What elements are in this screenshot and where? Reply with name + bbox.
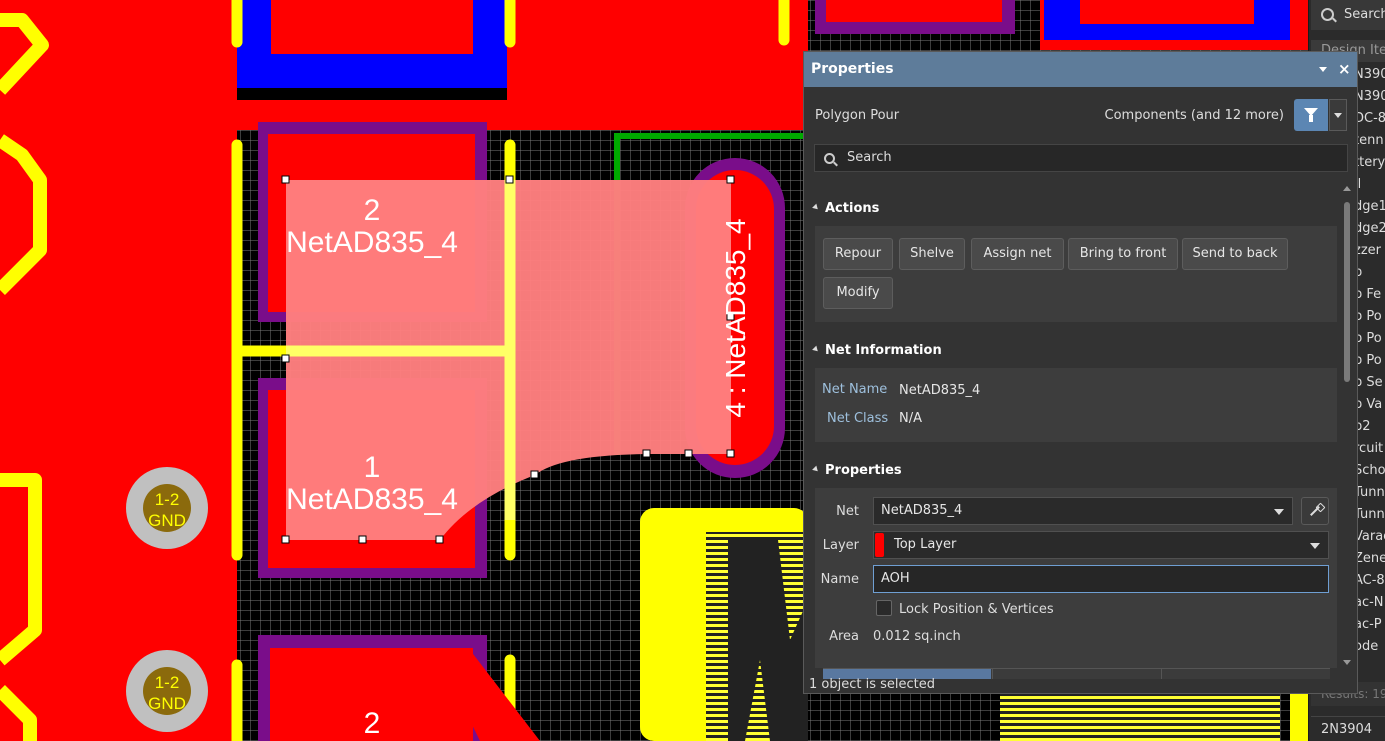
lock-position-checkbox[interactable] <box>876 600 892 616</box>
selection-status: 1 object is selected <box>809 677 935 692</box>
net-select[interactable]: NetAD835_4 <box>873 497 1293 525</box>
assign-net-button[interactable]: Assign net <box>971 238 1064 270</box>
net-information-box: Net Name NetAD835_4 Net Class N/A <box>815 368 1337 442</box>
hole-label-2a: 1-2 <box>155 673 180 692</box>
components-search[interactable]: Search <box>1311 0 1385 30</box>
properties-scrollbar[interactable] <box>1342 184 1352 665</box>
hole-label-2b: GND <box>148 694 186 713</box>
layer-color-swatch <box>875 533 884 557</box>
selection-filter-text: Components (and 12 more) <box>1104 108 1284 123</box>
net-name-label: Net Name <box>822 382 888 397</box>
properties-panel: Properties × Polygon Pour Components (an… <box>803 51 1358 694</box>
name-input-value: AOH <box>881 571 910 586</box>
hole-label-1a: 1-2 <box>155 490 180 509</box>
pad-number-bottom: 2 <box>364 707 381 740</box>
area-label: Area <box>829 629 859 644</box>
filter-dropdown-button[interactable] <box>1329 99 1347 131</box>
send-to-back-button[interactable]: Send to back <box>1182 238 1288 270</box>
search-icon <box>824 153 835 164</box>
net-field-label: Net <box>836 504 859 519</box>
panel-menu-icon[interactable] <box>1319 67 1327 72</box>
pad-net-lower: NetAD835_4 <box>286 483 458 516</box>
net-select-value: NetAD835_4 <box>881 503 963 518</box>
filter-button[interactable] <box>1294 99 1328 131</box>
collapse-icon <box>812 465 820 474</box>
scrollbar-thumb[interactable] <box>1344 202 1350 382</box>
components-search-label: Search <box>1344 7 1385 22</box>
name-input[interactable]: AOH <box>873 565 1329 593</box>
lock-position-label: Lock Position & Vertices <box>899 602 1054 617</box>
red-pad-top <box>271 0 473 54</box>
search-icon <box>1321 8 1334 21</box>
mounting-hole-2[interactable]: 1-2 GND <box>126 650 208 732</box>
repour-button[interactable]: Repour <box>823 238 893 270</box>
net-class-value: N/A <box>899 411 922 426</box>
shelve-button[interactable]: Shelve <box>899 238 965 270</box>
pad-net-upper: NetAD835_4 <box>286 226 458 259</box>
red-pad-top-2 <box>1080 0 1254 24</box>
section-net-information-header[interactable]: Net Information <box>812 343 942 358</box>
close-icon[interactable]: × <box>1338 52 1351 87</box>
section-properties-header[interactable]: Properties <box>812 463 902 478</box>
pad-label-vertical: 4 : NetAD835_4 <box>720 218 751 417</box>
collapse-icon <box>812 345 820 354</box>
net-name-value: NetAD835_4 <box>899 383 981 398</box>
scroll-down-icon[interactable] <box>1343 660 1351 665</box>
net-class-label: Net Class <box>827 411 889 426</box>
hatched-text-bg-2 <box>1000 694 1280 741</box>
name-field-label: Name <box>820 572 859 587</box>
net-picker-icon[interactable] <box>1301 497 1329 525</box>
modify-button[interactable]: Modify <box>823 277 893 309</box>
pad-number-lower: 1 <box>364 451 381 484</box>
collapse-icon <box>812 203 820 212</box>
copper-top-strip <box>237 88 507 100</box>
red-pad-top-3 <box>826 0 1002 22</box>
section-actions-header[interactable]: Actions <box>812 201 879 216</box>
components-footer[interactable]: 2N3904 <box>1311 716 1385 741</box>
actions-box: Repour Shelve Assign net Bring to front … <box>815 226 1337 322</box>
area-value: 0.012 sq.inch <box>873 629 961 644</box>
properties-search-input[interactable]: Search <box>814 144 1348 172</box>
pad-number-upper: 2 <box>364 194 381 227</box>
hole-label-1b: GND <box>148 511 186 530</box>
mounting-hole-1[interactable]: 1-2 GND <box>126 467 208 549</box>
layer-select[interactable]: Top Layer <box>873 531 1329 559</box>
properties-titlebar[interactable]: Properties × <box>804 52 1357 87</box>
bring-to-front-button[interactable]: Bring to front <box>1068 238 1178 270</box>
scroll-up-icon[interactable] <box>1343 186 1351 191</box>
layer-select-value: Top Layer <box>894 537 957 552</box>
object-type: Polygon Pour <box>815 108 900 123</box>
properties-search-placeholder: Search <box>847 150 892 165</box>
properties-title: Properties <box>811 61 894 77</box>
layer-field-label: Layer <box>822 538 859 553</box>
